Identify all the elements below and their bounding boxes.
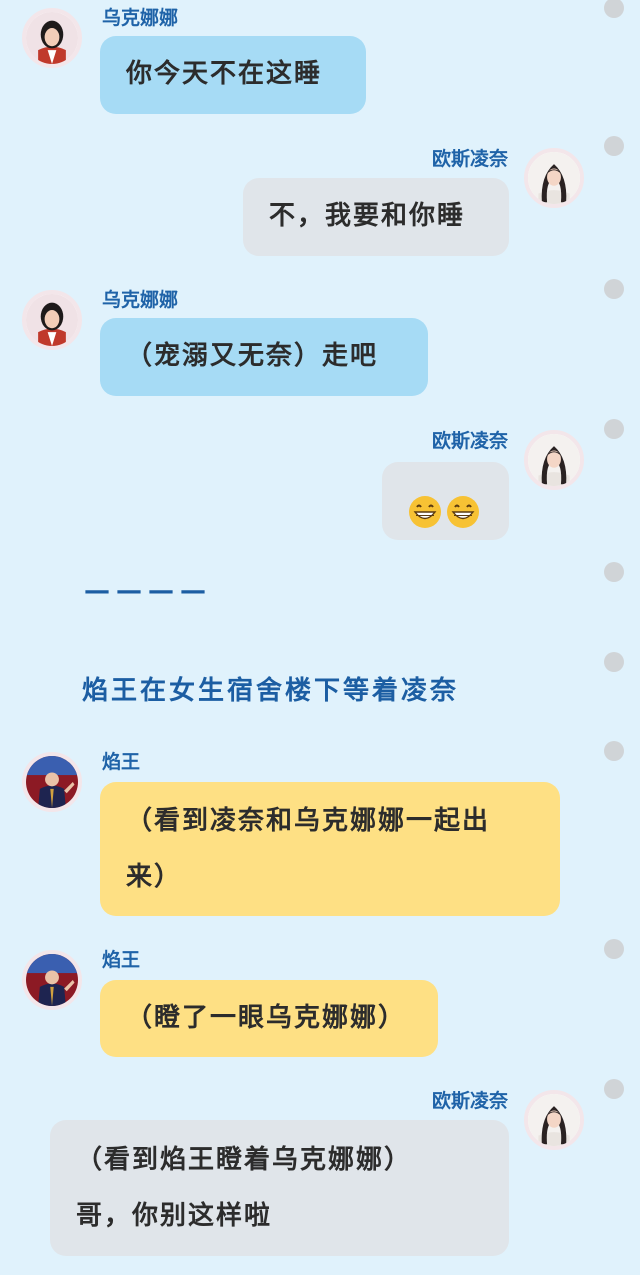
sender-name-ling: 欧斯凌奈	[431, 1090, 508, 1112]
scene-divider: ————	[84, 576, 212, 606]
avatar-ukn-image	[26, 294, 78, 346]
avatar-ling-image	[528, 1094, 580, 1146]
message-text: 不，我要和你睡	[269, 201, 466, 231]
scroll-dot[interactable]	[604, 279, 624, 299]
message-text-line: 来）	[126, 862, 183, 892]
scroll-dot[interactable]	[604, 136, 624, 156]
avatar-ukn[interactable]	[22, 8, 82, 68]
avatar-yan-image	[26, 954, 78, 1006]
sender-name-ling: 欧斯凌奈	[431, 430, 508, 452]
avatar-yan[interactable]	[22, 752, 82, 812]
message-bubble-emoji[interactable]	[382, 462, 509, 540]
sender-name-ukn: 乌克娜娜	[102, 289, 179, 311]
avatar-ling[interactable]	[524, 430, 584, 490]
scroll-dot[interactable]	[604, 0, 624, 18]
scroll-dot[interactable]	[604, 939, 624, 959]
avatar-ling-image	[528, 152, 580, 204]
scroll-dot[interactable]	[604, 419, 624, 439]
scroll-dot[interactable]	[604, 562, 624, 582]
message-text-line: （看到凌奈和乌克娜娜一起出	[126, 806, 491, 836]
message-text-line: （看到焰王瞪着乌克娜娜）	[76, 1145, 413, 1175]
scroll-dot[interactable]	[604, 741, 624, 761]
avatar-ling[interactable]	[524, 1090, 584, 1150]
message-bubble[interactable]: （看到焰王瞪着乌克娜娜） 哥，你别这样啦	[50, 1120, 509, 1256]
message-bubble[interactable]: （宠溺又无奈）走吧	[100, 318, 428, 396]
message-text: 你今天不在这睡	[126, 59, 323, 89]
sender-name-ling: 欧斯凌奈	[431, 148, 508, 170]
message-bubble[interactable]: 不，我要和你睡	[243, 178, 509, 256]
chat-transcript[interactable]: 乌克娜娜 你今天不在这睡 欧斯凌奈 不，我要和你睡 乌克娜娜 （宠溺又无奈）走吧	[0, 0, 640, 1275]
avatar-ukn-image	[26, 12, 78, 64]
sender-name-yan: 焰王	[102, 751, 141, 773]
message-bubble[interactable]: （看到凌奈和乌克娜娜一起出 来）	[100, 782, 560, 916]
message-text-line: 哥，你别这样啦	[76, 1201, 273, 1231]
message-bubble[interactable]: 你今天不在这睡	[100, 36, 366, 114]
grinning-face-emoji-icon	[409, 495, 441, 528]
avatar-yan-image	[26, 756, 78, 808]
message-text: （宠溺又无奈）走吧	[126, 341, 379, 371]
avatar-ling-image	[528, 434, 580, 486]
avatar-yan[interactable]	[22, 950, 82, 1010]
scroll-dot[interactable]	[604, 652, 624, 672]
sender-name-yan: 焰王	[102, 949, 141, 971]
message-bubble[interactable]: （瞪了一眼乌克娜娜）	[100, 980, 438, 1057]
avatar-ling[interactable]	[524, 148, 584, 208]
message-text: （瞪了一眼乌克娜娜）	[126, 1003, 407, 1033]
avatar-ukn[interactable]	[22, 290, 82, 350]
scroll-dot[interactable]	[604, 1079, 624, 1099]
scene-narration: 焰王在女生宿舍楼下等着凌奈	[82, 676, 460, 706]
sender-name-ukn: 乌克娜娜	[102, 7, 179, 29]
grinning-face-emoji-icon	[447, 495, 479, 528]
